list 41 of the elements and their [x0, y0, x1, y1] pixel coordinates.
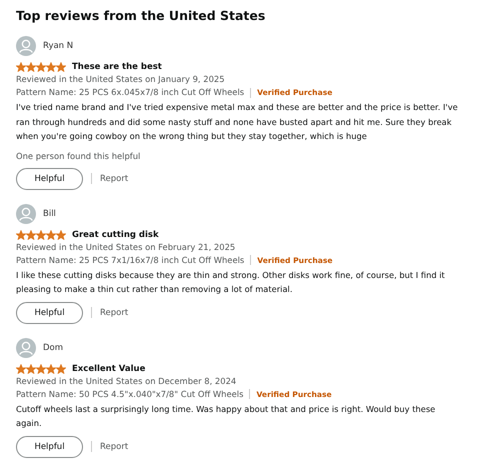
helpful-button[interactable]: Helpful: [16, 302, 83, 324]
report-link[interactable]: Report: [100, 308, 128, 318]
star-icon: [46, 230, 56, 240]
star-icon: [26, 364, 36, 374]
star-icon: [36, 62, 46, 72]
star-icon: [36, 230, 46, 240]
star-icon: [46, 62, 56, 72]
report-link[interactable]: Report: [100, 174, 128, 184]
avatar-icon: [16, 338, 36, 358]
avatar-icon: [16, 204, 36, 224]
review-date: Reviewed in the United States on January 9, 2025: [16, 73, 226, 86]
review-date: Reviewed in the United States on February 21, 2025: [16, 240, 236, 254]
review-text: I've tried name brand and I've tried expensive metal max and these are better and the price is better. I've ran through hundreds and did some nasty stuff and none have busted apart and hit me. Sure they break when you're going cowboy on the wrong thing but they stay together, which is huge: [16, 101, 459, 143]
section-heading: Top reviews from the United States: [16, 8, 266, 23]
star-icon: [36, 364, 46, 374]
review-title: Great cutting disk: [72, 230, 159, 240]
star-icon: [16, 62, 26, 72]
reviewer-name: Bill: [43, 208, 56, 218]
star-icon: [26, 62, 36, 72]
pattern-name: Pattern Name: 25 PCS 7x1/16x7/8 inch Cut Off Wheels: [16, 254, 244, 266]
helpful-button[interactable]: Helpful: [16, 436, 83, 458]
review-title: Excellent Value: [72, 364, 146, 374]
reviewer-name: Ryan N: [43, 41, 74, 51]
star-icon: [16, 230, 26, 240]
pattern-name: Pattern Name: 50 PCS 4.5"x.040"x7/8" Cut Off Wheels: [16, 388, 244, 400]
star-icon: [56, 230, 66, 240]
pattern-name: Pattern Name: 25 PCS 6x.045x7/8 inch Cut Off Wheels: [16, 86, 244, 99]
review-title: These are the best: [72, 62, 162, 72]
avatar-icon: [16, 36, 36, 56]
helpful-button[interactable]: Helpful: [16, 168, 83, 190]
helpful-count: One person found this helpful: [16, 150, 142, 162]
star-icon: [56, 62, 66, 72]
review-text: Cutoff wheels last a surprisingly long time. Was happy about that and price is right. Would buy these again.: [16, 402, 436, 430]
review-date: Reviewed in the United States on December 8, 2024: [16, 374, 238, 388]
star-icon: [26, 230, 36, 240]
report-link[interactable]: Report: [100, 442, 128, 452]
star-icon: [16, 364, 26, 374]
star-icon: [56, 364, 66, 374]
reviewer-name: Dom: [43, 342, 64, 352]
star-icon: [46, 364, 56, 374]
review-text: I like these cutting disks because they are thin and strong. Other disks work fine, of course, but I find it pleasing to make a thin cut rather than removing a lot of material.: [16, 268, 446, 296]
